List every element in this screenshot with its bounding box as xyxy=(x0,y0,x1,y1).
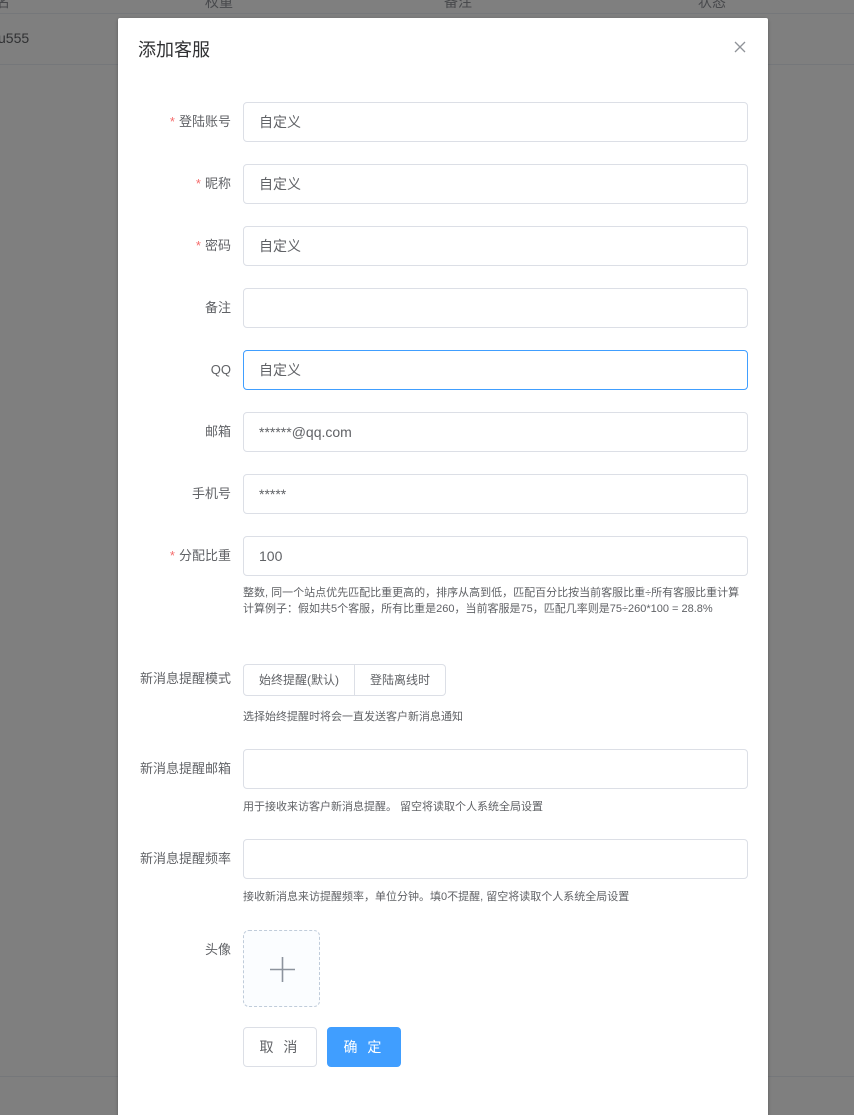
notify-mode-always-option[interactable]: 始终提醒(默认) xyxy=(243,664,355,696)
weight-help-line-1: 整数, 同一个站点优先匹配比重更高的，排序从高到低，匹配百分比按当前客服比重÷所… xyxy=(243,587,740,599)
phone-label: 手机号 xyxy=(191,486,231,501)
login-account-input[interactable] xyxy=(243,102,748,142)
qq-label: QQ xyxy=(210,362,231,377)
notify-email-label: 新消息提醒邮箱 xyxy=(139,761,231,776)
password-label: * 密码 xyxy=(195,238,231,253)
notify-frequency-label: 新消息提醒频率 xyxy=(139,851,231,866)
notify-mode-offline-option[interactable]: 登陆离线时 xyxy=(355,664,447,696)
weight-label: * 分配比重 xyxy=(169,548,231,563)
remark-label: 备注 xyxy=(204,300,231,315)
nickname-input[interactable] xyxy=(243,164,748,204)
notify-mode-radio-group: 始终提醒(默认) 登陆离线时 xyxy=(243,664,447,696)
notify-frequency-input[interactable] xyxy=(243,839,748,879)
cancel-button[interactable]: 取 消 xyxy=(243,1027,317,1067)
dialog-title: 添加客服 xyxy=(138,40,210,60)
notify-email-help-text: 用于接收来访客户新消息提醒。 留空将读取个人系统全局设置 xyxy=(243,801,544,813)
notify-mode-label: 新消息提醒模式 xyxy=(139,671,231,686)
close-icon[interactable] xyxy=(732,39,748,55)
remark-input[interactable] xyxy=(243,288,748,328)
add-agent-dialog: 添加客服 *登陆账号 *昵称 *密码 备注 QQ 邮箱 手机号 *分配比重 xyxy=(118,18,768,1115)
avatar-label: 头像 xyxy=(204,942,231,957)
phone-input[interactable] xyxy=(243,474,748,514)
avatar-uploader[interactable] xyxy=(243,930,320,1007)
login-account-label: * 登陆账号 xyxy=(169,114,231,129)
weight-help-line-2: 计算例子：假如共5个客服，所有比重是260，当前客服是75，匹配几率则是75÷2… xyxy=(243,603,713,615)
notify-email-input[interactable] xyxy=(243,749,748,789)
nickname-label: * 昵称 xyxy=(195,176,231,191)
email-label: 邮箱 xyxy=(204,424,231,439)
notify-frequency-help-text: 接收新消息来访提醒频率，单位分钟。填0不提醒, 留空将读取个人系统全局设置 xyxy=(243,891,630,903)
weight-input[interactable] xyxy=(243,536,748,576)
email-input[interactable] xyxy=(243,412,748,452)
plus-icon xyxy=(270,957,295,982)
password-input[interactable] xyxy=(243,226,748,266)
weight-help-text: 整数, 同一个站点优先匹配比重更高的，排序从高到低，匹配百分比按当前客服比重÷所… xyxy=(243,585,748,617)
qq-input[interactable] xyxy=(243,350,748,390)
notify-mode-help-text: 选择始终提醒时将会一直发送客户新消息通知 xyxy=(243,711,463,723)
confirm-button[interactable]: 确 定 xyxy=(327,1027,401,1067)
